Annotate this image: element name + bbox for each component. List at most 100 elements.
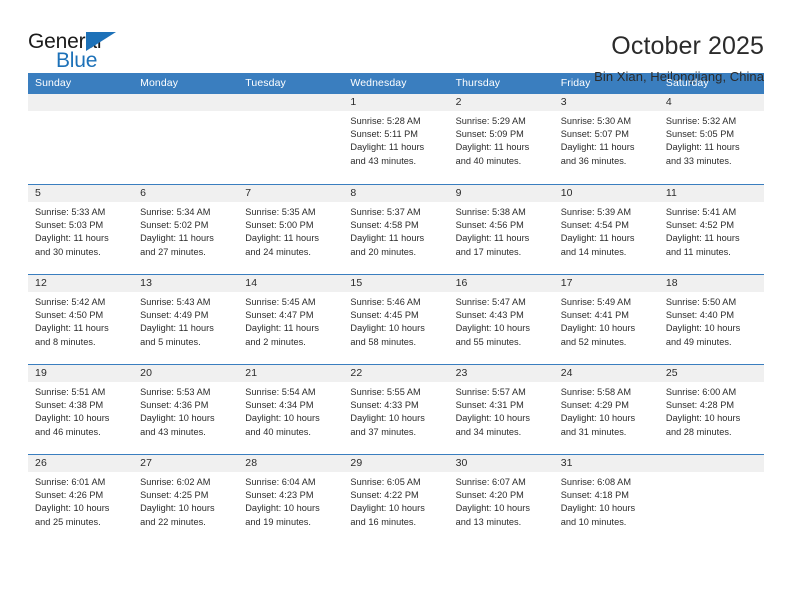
day-detail-line: and 43 minutes. — [140, 426, 206, 437]
calendar-day-cell[interactable]: 23 Sunrise: 5:57 AM Sunset: 4:31 PM Dayligh… — [448, 365, 554, 454]
day-number: 11 — [658, 185, 764, 202]
day-detail-line: Daylight: 11 hours — [350, 142, 425, 153]
calendar-day-empty — [658, 455, 764, 544]
day-details: Sunrise: 6:08 AM Sunset: 4:18 PM Daylight:… — [553, 472, 659, 529]
weekday-header-friday: Friday — [560, 77, 591, 89]
day-detail-line: Daylight: 11 hours — [665, 233, 740, 244]
calendar-day-cell[interactable]: 27 Sunrise: 6:02 AM Sunset: 4:25 PM Dayligh… — [133, 455, 239, 544]
calendar-day-cell[interactable]: 18 Sunrise: 5:50 AM Sunset: 4:40 PM Dayligh… — [658, 275, 764, 364]
calendar-day-cell[interactable]: 29 Sunrise: 6:05 AM Sunset: 4:22 PM Dayligh… — [343, 455, 449, 544]
day-detail-line: Sunrise: 5:39 AM — [560, 207, 631, 217]
day-details: Sunrise: 6:07 AM Sunset: 4:20 PM Daylight:… — [448, 472, 554, 529]
day-detail-line: and 20 minutes. — [350, 246, 417, 257]
day-detail-line: Sunset: 5:02 PM — [140, 220, 209, 231]
day-detail-line: Sunset: 4:38 PM — [35, 400, 104, 411]
day-detail-line: Sunrise: 5:43 AM — [140, 297, 211, 307]
day-detail-line: Daylight: 10 hours — [245, 413, 320, 424]
day-detail-line: Sunset: 4:49 PM — [140, 310, 209, 321]
calendar-day-cell[interactable]: 5 Sunrise: 5:33 AM Sunset: 5:03 PM Daylight… — [28, 185, 134, 274]
calendar-day-cell[interactable]: 1 Sunrise: 5:28 AM Sunset: 5:11 PM Daylight… — [343, 94, 449, 184]
day-details: Sunrise: 5:32 AM Sunset: 5:05 PM Daylight:… — [658, 111, 764, 168]
day-detail-line: Sunrise: 5:57 AM — [455, 387, 526, 397]
calendar-day-cell[interactable]: 3 Sunrise: 5:30 AM Sunset: 5:07 PM Daylight… — [553, 94, 659, 184]
day-details: Sunrise: 5:30 AM Sunset: 5:07 PM Daylight:… — [553, 111, 659, 168]
day-details: Sunrise: 5:49 AM Sunset: 4:41 PM Daylight:… — [553, 292, 659, 349]
calendar-day-cell[interactable]: 4 Sunrise: 5:32 AM Sunset: 5:05 PM Daylight… — [658, 94, 764, 184]
calendar-day-cell[interactable]: 20 Sunrise: 5:53 AM Sunset: 4:36 PM Dayligh… — [133, 365, 239, 454]
day-detail-line: Sunset: 4:45 PM — [350, 310, 419, 321]
calendar-day-cell[interactable]: 19 Sunrise: 5:51 AM Sunset: 4:38 PM Dayligh… — [28, 365, 134, 454]
day-detail-line: Sunset: 5:05 PM — [665, 129, 735, 140]
day-details: Sunrise: 5:39 AM Sunset: 4:54 PM Daylight:… — [553, 202, 659, 259]
day-detail-line: Daylight: 10 hours — [665, 413, 741, 424]
calendar-day-cell[interactable]: 28 Sunrise: 6:04 AM Sunset: 4:23 PM Dayligh… — [238, 455, 344, 544]
calendar-day-cell[interactable]: 22 Sunrise: 5:55 AM Sunset: 4:33 PM Dayligh… — [343, 365, 449, 454]
calendar-day-cell[interactable]: 13 Sunrise: 5:43 AM Sunset: 4:49 PM Dayligh… — [133, 275, 239, 364]
calendar-day-cell[interactable]: 14 Sunrise: 5:45 AM Sunset: 4:47 PM Dayligh… — [238, 275, 344, 364]
day-detail-line: Sunrise: 5:45 AM — [245, 297, 316, 307]
day-detail-line: Sunrise: 5:49 AM — [560, 297, 631, 307]
weekday-header-row: Sunday Monday Tuesday Wednesday Thursday Frid… — [28, 73, 764, 94]
day-number: 24 — [553, 365, 659, 382]
day-detail-line: Daylight: 11 hours — [665, 142, 740, 153]
calendar-day-cell[interactable]: 25 Sunrise: 6:00 AM Sunset: 4:28 PM Dayligh… — [658, 365, 764, 454]
calendar-day-cell[interactable]: 7 Sunrise: 5:35 AM Sunset: 5:00 PM Daylight… — [238, 185, 344, 274]
day-detail-line: Sunset: 4:25 PM — [140, 490, 209, 501]
day-detail-line: Daylight: 11 hours — [140, 233, 214, 244]
calendar-day-cell[interactable]: 16 Sunrise: 5:47 AM Sunset: 4:43 PM Dayligh… — [448, 275, 554, 364]
day-detail-line: Sunrise: 5:47 AM — [455, 297, 526, 307]
calendar-day-cell[interactable]: 21 Sunrise: 5:54 AM Sunset: 4:34 PM Dayligh… — [238, 365, 344, 454]
calendar-day-cell[interactable]: 11 Sunrise: 5:41 AM Sunset: 4:52 PM Dayligh… — [658, 185, 764, 274]
day-detail-line: and 25 minutes. — [35, 516, 101, 527]
day-number: 7 — [238, 185, 344, 202]
day-details: Sunrise: 5:41 AM Sunset: 4:52 PM Daylight:… — [658, 202, 764, 259]
calendar-day-cell[interactable]: 8 Sunrise: 5:37 AM Sunset: 4:58 PM Daylight… — [343, 185, 449, 274]
calendar-day-cell[interactable]: 2 Sunrise: 5:29 AM Sunset: 5:09 PM Daylight… — [448, 94, 554, 184]
logo-word-blue: Blue — [56, 49, 98, 72]
calendar-day-cell[interactable]: 31 Sunrise: 6:08 AM Sunset: 4:18 PM Dayligh… — [553, 455, 659, 544]
calendar-day-cell[interactable]: 9 Sunrise: 5:38 AM Sunset: 4:56 PM Daylight… — [448, 185, 554, 274]
day-detail-line: Daylight: 10 hours — [350, 503, 425, 514]
calendar-day-cell[interactable]: 17 Sunrise: 5:49 AM Sunset: 4:41 PM Dayligh… — [553, 275, 659, 364]
day-detail-line: Sunset: 4:23 PM — [245, 490, 314, 501]
day-detail-line: and 34 minutes. — [455, 426, 522, 437]
calendar-grid: Sunday Monday Tuesday Wednesday Thursday Frid… — [28, 73, 764, 544]
day-detail-line: and 24 minutes. — [245, 246, 311, 257]
calendar-day-cell[interactable]: 10 Sunrise: 5:39 AM Sunset: 4:54 PM Dayligh… — [553, 185, 659, 274]
day-number — [238, 94, 344, 111]
day-detail-line: Sunset: 4:31 PM — [455, 400, 524, 411]
day-detail-line: and 36 minutes. — [560, 155, 627, 166]
day-detail-line: and 11 minutes. — [665, 246, 731, 257]
day-detail-line: Sunset: 4:54 PM — [560, 220, 629, 231]
calendar-day-cell[interactable]: 15 Sunrise: 5:46 AM Sunset: 4:45 PM Dayligh… — [343, 275, 449, 364]
calendar-day-cell[interactable]: 30 Sunrise: 6:07 AM Sunset: 4:20 PM Dayligh… — [448, 455, 554, 544]
general-blue-logo[interactable]: General Blue — [28, 30, 148, 76]
day-detail-line: Sunrise: 5:33 AM — [35, 207, 106, 217]
day-detail-line: Sunset: 4:41 PM — [560, 310, 629, 321]
day-details: Sunrise: 5:42 AM Sunset: 4:50 PM Daylight:… — [28, 292, 134, 349]
day-detail-line: Daylight: 11 hours — [560, 142, 635, 153]
calendar-day-cell[interactable]: 6 Sunrise: 5:34 AM Sunset: 5:02 PM Daylight… — [133, 185, 239, 274]
day-detail-line: Sunrise: 6:05 AM — [350, 477, 421, 487]
day-number: 22 — [343, 365, 449, 382]
day-detail-line: Daylight: 11 hours — [455, 233, 530, 244]
day-detail-line: and 14 minutes. — [560, 246, 627, 257]
day-number: 15 — [343, 275, 449, 292]
calendar-day-cell[interactable]: 12 Sunrise: 5:42 AM Sunset: 4:50 PM Dayligh… — [28, 275, 134, 364]
day-detail-line: Sunset: 5:00 PM — [245, 220, 314, 231]
day-details: Sunrise: 5:29 AM Sunset: 5:09 PM Daylight:… — [448, 111, 554, 168]
calendar-day-cell[interactable]: 26 Sunrise: 6:01 AM Sunset: 4:26 PM Dayligh… — [28, 455, 134, 544]
calendar-day-empty — [238, 94, 344, 184]
day-details: Sunrise: 5:46 AM Sunset: 4:45 PM Daylight:… — [343, 292, 449, 349]
day-number: 28 — [238, 455, 344, 472]
day-number — [28, 94, 134, 111]
calendar-week-row: 12 Sunrise: 5:42 AM Sunset: 4:50 PM Dayligh… — [28, 274, 764, 364]
weekday-header-sunday: Sunday — [35, 77, 72, 89]
day-details: Sunrise: 5:50 AM Sunset: 4:40 PM Daylight:… — [658, 292, 764, 349]
calendar-day-cell[interactable]: 24 Sunrise: 5:58 AM Sunset: 4:29 PM Dayligh… — [553, 365, 659, 454]
day-detail-line: Sunrise: 5:54 AM — [245, 387, 316, 397]
day-detail-line: Sunset: 4:36 PM — [140, 400, 209, 411]
day-detail-line: Sunset: 4:20 PM — [455, 490, 524, 501]
day-number: 9 — [448, 185, 554, 202]
day-detail-line: Sunset: 4:28 PM — [665, 400, 735, 411]
